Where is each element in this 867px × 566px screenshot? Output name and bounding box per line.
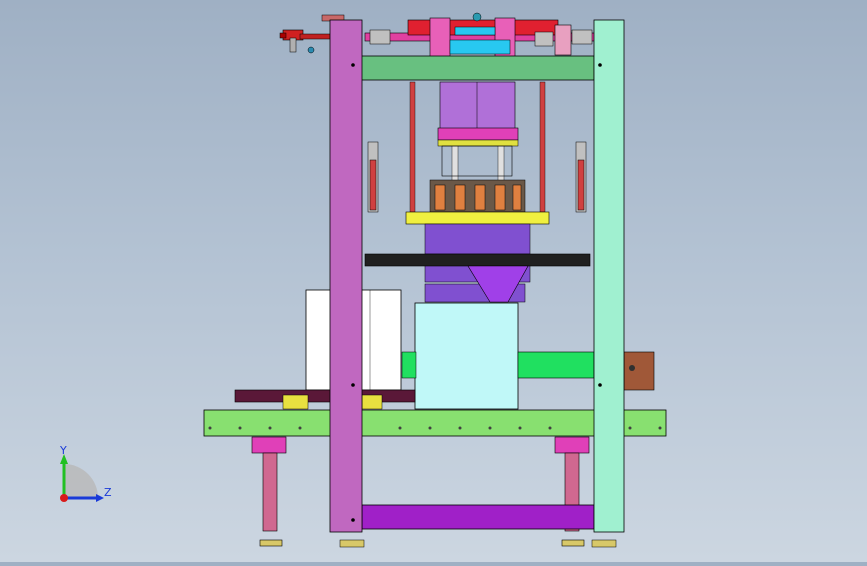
left-rail	[234, 389, 416, 403]
leg-left	[251, 436, 287, 547]
nozzle-rack	[429, 179, 526, 213]
rail-plate	[364, 253, 591, 267]
cyan-box	[414, 302, 519, 410]
machine-drawing: Y Z	[59, 12, 667, 548]
view-triad[interactable]: Y Z	[59, 444, 112, 502]
top-beam	[359, 55, 595, 81]
green-side-block	[517, 351, 595, 379]
cad-viewport[interactable]: Y Z	[0, 0, 867, 562]
y-axis-label: Y	[59, 444, 67, 457]
left-column	[329, 19, 363, 533]
leg-right	[554, 436, 590, 547]
center-mold-block	[437, 81, 519, 177]
yellow-plate	[405, 211, 550, 225]
top-cylinder-assembly	[279, 12, 596, 59]
z-axis-label: Z	[104, 486, 112, 499]
brown-block	[623, 351, 655, 391]
right-column	[593, 19, 625, 533]
base-plate	[361, 504, 595, 530]
